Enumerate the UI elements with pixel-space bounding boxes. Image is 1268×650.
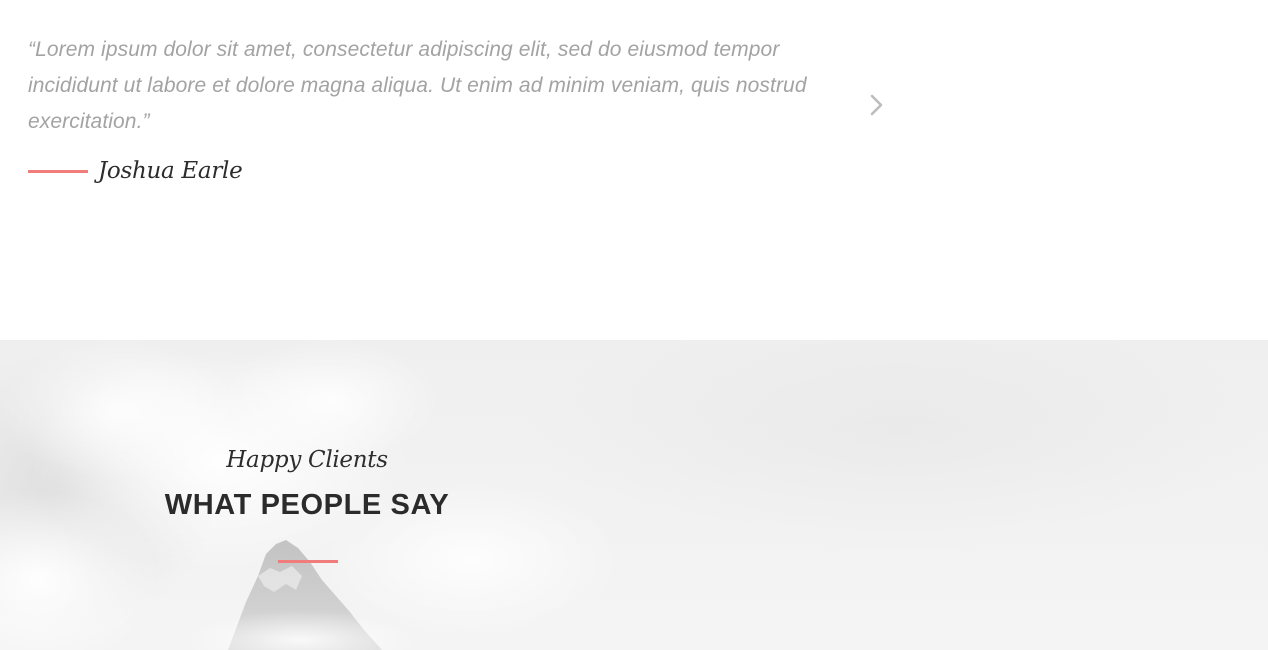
chevron-right-icon[interactable] <box>864 90 890 120</box>
page: “Lorem ipsum dolor sit amet, consectetur… <box>0 0 1268 650</box>
section-subtitle: Happy Clients <box>226 447 388 473</box>
section-divider <box>278 560 338 563</box>
author-name: Joshua Earle <box>98 158 243 184</box>
happy-clients-section: Happy Clients WHAT PEOPLE SAY <box>0 340 1268 650</box>
testimonial-author: Joshua Earle <box>28 150 243 192</box>
testimonial-section: “Lorem ipsum dolor sit amet, consectetur… <box>0 0 1268 340</box>
author-accent-line <box>28 169 88 173</box>
section-heading: Happy Clients WHAT PEOPLE SAY <box>0 442 614 522</box>
testimonial-quote: “Lorem ipsum dolor sit amet, consectetur… <box>28 38 807 133</box>
section-title: WHAT PEOPLE SAY <box>164 489 450 521</box>
